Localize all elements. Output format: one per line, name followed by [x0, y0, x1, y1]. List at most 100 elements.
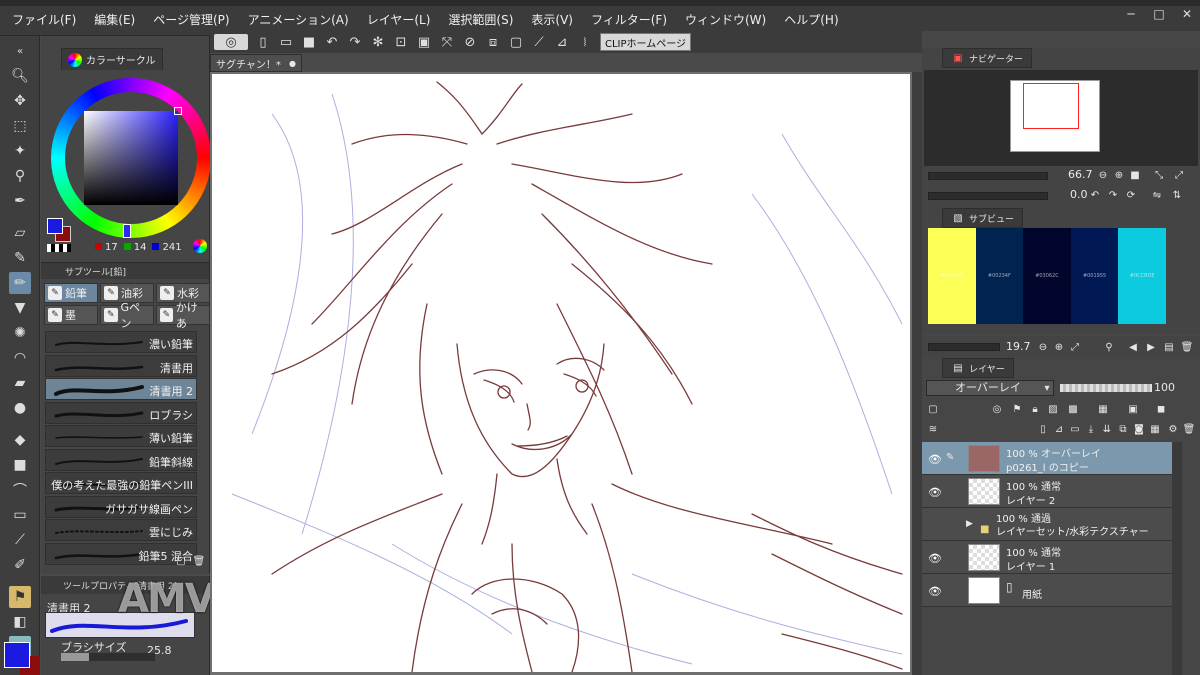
ruler-link-icon[interactable]: ▦: [1096, 402, 1110, 416]
fit-to-window-icon[interactable]: ⤡: [1152, 168, 1166, 182]
figure-tool-icon[interactable]: ⌒: [9, 479, 31, 501]
sub-view-image[interactable]: #FCFF55 #00234F #03062C #001955 #0CCBDE: [928, 228, 1166, 324]
brush-item[interactable]: 清書用 2: [45, 378, 197, 400]
navigator-zoom-slider[interactable]: [928, 172, 1048, 180]
sub-tool-group[interactable]: ✎ かけあ: [156, 301, 210, 330]
menu-item[interactable]: 表示(V): [519, 11, 579, 28]
frame-tool-icon[interactable]: ▭: [9, 504, 31, 526]
navigator-tab[interactable]: ▣ ナビゲーター: [942, 48, 1033, 68]
pencil-tool-icon[interactable]: ✏: [9, 272, 31, 294]
layer-row[interactable]: 👁︎ ✎ 100 % オーバーレイ p0261_l のコピー: [922, 442, 1172, 475]
sub-tool-group[interactable]: ✎ 鉛筆: [44, 283, 98, 303]
close-button[interactable]: ✕: [1180, 8, 1194, 20]
rotate-right-icon[interactable]: ↷: [1106, 188, 1120, 202]
color-swatch[interactable]: #001955: [1070, 228, 1119, 324]
menu-item[interactable]: レイヤー(L): [355, 11, 437, 28]
brush-item[interactable]: 雲にじみ: [45, 519, 197, 541]
clear-icon[interactable]: ✻: [370, 34, 386, 50]
new-vector-layer-icon[interactable]: ⊿: [1052, 422, 1066, 436]
layer-settings-icon[interactable]: ⚙: [1166, 422, 1180, 436]
flip-vertical-icon[interactable]: ⇅: [1170, 188, 1184, 202]
sub-view-tab[interactable]: ▧ サブビュー: [942, 208, 1024, 228]
menu-item[interactable]: アニメーション(A): [236, 11, 355, 28]
brush-item[interactable]: ガサガサ線画ペン: [45, 495, 197, 518]
bucket-tool-icon[interactable]: ◆: [9, 429, 31, 451]
brush-item[interactable]: 清書用: [45, 354, 197, 377]
actual-size-icon[interactable]: ■: [1128, 168, 1142, 182]
brush-item[interactable]: ロブラシ: [45, 401, 197, 424]
eye-icon[interactable]: 👁︎: [928, 453, 942, 466]
magic-wand-icon[interactable]: ✦: [9, 140, 31, 162]
merge-down-icon[interactable]: ⇊: [1100, 422, 1114, 436]
sv-delete-icon[interactable]: 🗑︎: [1180, 340, 1194, 354]
sv-zoom-in-icon[interactable]: ⊕: [1052, 340, 1066, 354]
new-subtool-icon[interactable]: ▢: [174, 554, 188, 568]
eye-icon[interactable]: 👁︎: [928, 552, 942, 565]
color-mode-icon[interactable]: [193, 239, 207, 253]
eyedropper-icon[interactable]: ⚲: [9, 165, 31, 187]
menu-item[interactable]: フィルター(F): [579, 11, 673, 28]
clip-logo-icon[interactable]: ◎: [214, 34, 248, 50]
ruler-tool-icon[interactable]: ⟋: [9, 529, 31, 551]
expand-arrow-icon[interactable]: ▶: [966, 519, 973, 529]
eraser-tool-icon[interactable]: ▱: [9, 222, 31, 244]
deselect-icon[interactable]: ⊘: [462, 34, 478, 50]
show-selection-icon[interactable]: ▢: [508, 34, 524, 50]
color-swatch[interactable]: #00234F: [975, 228, 1024, 324]
sv-next-icon[interactable]: ▶: [1144, 340, 1158, 354]
collapse-icon[interactable]: «: [9, 40, 31, 62]
transform-icon[interactable]: ⤧: [439, 34, 455, 50]
hue-ring[interactable]: [51, 78, 211, 238]
transfer-down-icon[interactable]: ⤓: [1084, 422, 1098, 436]
mask-layer-icon[interactable]: ◙: [1132, 422, 1146, 436]
expression-color-icon[interactable]: ▢: [926, 402, 940, 416]
menu-item[interactable]: ページ管理(P): [141, 11, 235, 28]
document-close-icon[interactable]: ●: [289, 59, 296, 68]
delete-layer-icon[interactable]: 🗑︎: [1182, 422, 1196, 436]
navigator-rotation-slider[interactable]: [928, 192, 1048, 200]
zoom-in-icon[interactable]: ⊕: [1112, 168, 1126, 182]
fill-selection-icon[interactable]: ▣: [416, 34, 432, 50]
eye-icon[interactable]: 👁︎: [928, 486, 942, 499]
redo-icon[interactable]: ↷: [347, 34, 363, 50]
layer-scrollbar[interactable]: [1172, 442, 1182, 675]
layer-opacity-value[interactable]: 100: [1154, 381, 1175, 394]
maximize-button[interactable]: □: [1152, 8, 1166, 20]
move-tool-icon[interactable]: ✥: [9, 90, 31, 112]
sub-tool-group[interactable]: ✎ 墨: [44, 305, 98, 325]
stamp-tool-icon[interactable]: ▰: [9, 372, 31, 394]
layer-row[interactable]: 👁︎ ▯ 用紙: [922, 574, 1172, 607]
bottom-main-color-swatch[interactable]: [4, 642, 30, 668]
reset-rotation-icon[interactable]: ⟳: [1124, 188, 1138, 202]
sv-eyedropper-icon[interactable]: ⚲: [1102, 340, 1116, 354]
clip-home-button[interactable]: CLIPホームページ: [600, 33, 692, 51]
undo-icon[interactable]: ↶: [324, 34, 340, 50]
airbrush-tool-icon[interactable]: ▼: [9, 297, 31, 319]
brush-tool-icon[interactable]: ✎: [9, 247, 31, 269]
fit-navigator-icon[interactable]: ⤢: [1172, 168, 1186, 182]
blend-tool-icon[interactable]: ◠: [9, 347, 31, 369]
open-file-icon[interactable]: ▭: [278, 34, 294, 50]
reference-layer-icon[interactable]: ⚑: [1010, 402, 1024, 416]
color-wheel-tab[interactable]: カラーサークル: [61, 48, 163, 70]
decoration-tool-icon[interactable]: ✺: [9, 322, 31, 344]
navigator-view-rect[interactable]: [1023, 83, 1079, 129]
save-file-icon[interactable]: ■: [301, 34, 317, 50]
chevron-down-icon[interactable]: ▾: [1040, 381, 1054, 395]
sub-tool-group[interactable]: ✎ Gペン: [100, 301, 154, 330]
transparent-color-swatch[interactable]: [47, 244, 71, 252]
sv-prev-icon[interactable]: ◀: [1126, 340, 1140, 354]
document-tab[interactable]: サグチャン！* ●: [210, 54, 302, 72]
eye-icon[interactable]: 👁︎: [928, 585, 942, 598]
navigator-view[interactable]: [924, 70, 1198, 166]
brush-size-slider[interactable]: [61, 653, 155, 661]
menu-item[interactable]: 編集(E): [82, 11, 141, 28]
menu-item[interactable]: ファイル(F): [0, 11, 82, 28]
brush-item[interactable]: 濃い鉛筆: [45, 331, 197, 353]
menu-item[interactable]: ヘルプ(H): [772, 11, 844, 28]
brush-item[interactable]: 鉛筆斜線: [45, 448, 197, 471]
main-color-swatch[interactable]: [47, 218, 63, 234]
correction-tool-icon[interactable]: ◧: [9, 611, 31, 633]
fill-tool-icon[interactable]: ●: [9, 397, 31, 419]
brush-item[interactable]: 薄い鉛筆: [45, 425, 197, 447]
